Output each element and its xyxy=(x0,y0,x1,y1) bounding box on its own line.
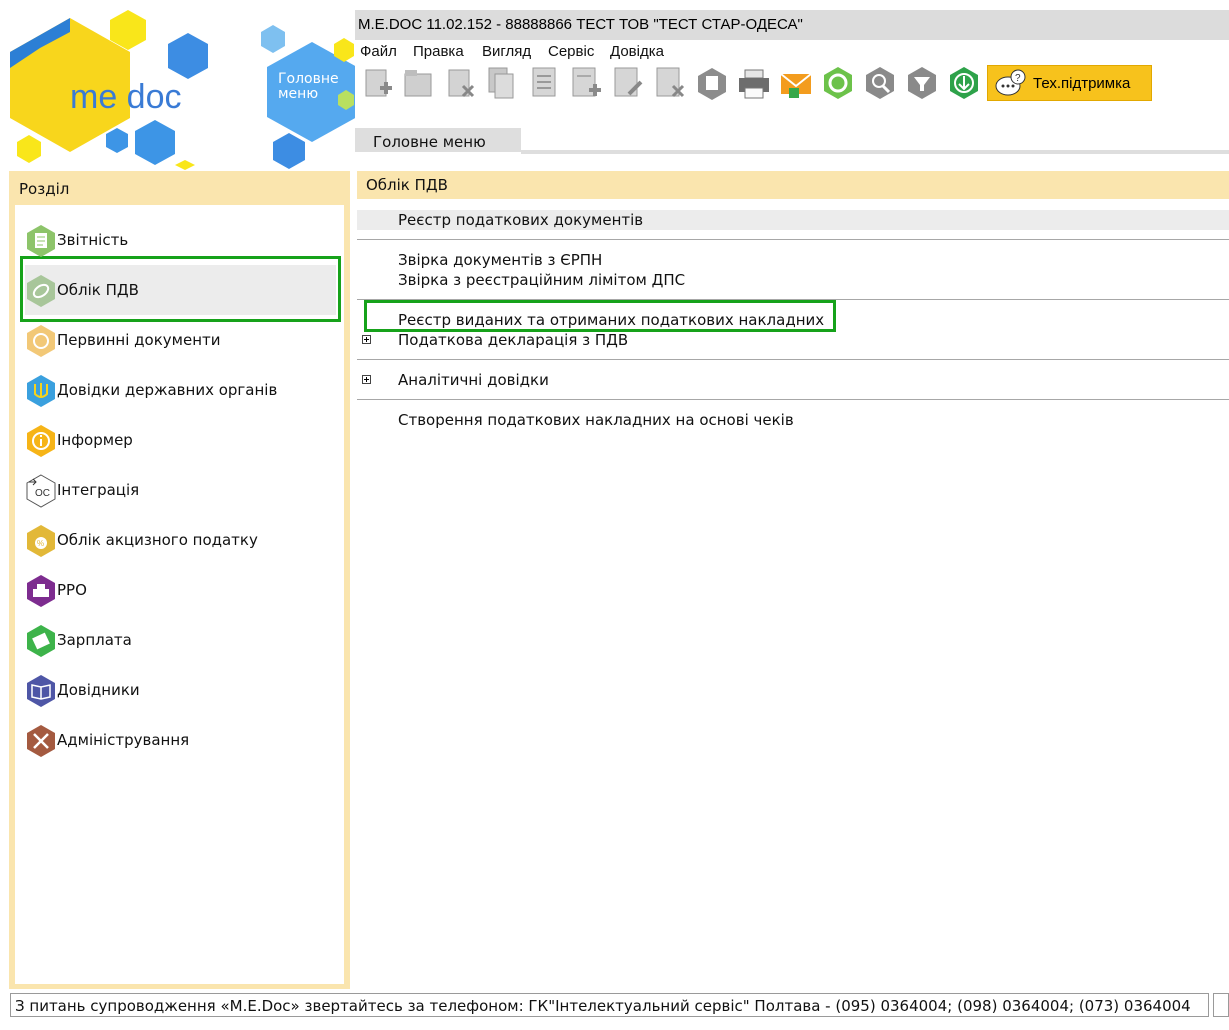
menu-bar: Файл Правка Вигляд Сервіс Довідка xyxy=(355,40,1229,64)
sidebar-item-label: Облік ПДВ xyxy=(57,281,139,299)
sidebar-item-label: Адміністрування xyxy=(57,731,190,749)
section-title: Облік ПДВ xyxy=(366,176,448,194)
sidebar-item-label: Довідки державних органів xyxy=(57,381,278,399)
window-title: M.E.DOC 11.02.152 - 88888866 ТЕСТ ТОВ "Т… xyxy=(358,16,803,33)
expand-icon[interactable] xyxy=(362,375,371,384)
link-tax-docs-registry[interactable]: Реєстр податкових документів xyxy=(398,211,643,229)
sidebar-item-administration[interactable]: Адміністрування xyxy=(15,718,344,762)
sidebar-item-salary[interactable]: Зарплата xyxy=(15,618,344,662)
new-doc-icon[interactable] xyxy=(360,66,394,100)
sidebar-header: Розділ xyxy=(19,180,70,198)
expand-icon[interactable] xyxy=(362,335,371,344)
sidebar-item-label: РРО xyxy=(57,581,87,599)
sidebar-item-state-references[interactable]: Довідки державних органів xyxy=(15,368,344,412)
tech-support-button[interactable]: ? Тех.підтримка xyxy=(987,65,1152,101)
sidebar: Розділ Звітність Облік ПДВ Первинні доку… xyxy=(9,171,350,989)
tab-underline xyxy=(521,150,1229,154)
remove-list-icon[interactable] xyxy=(653,66,687,100)
link-limit-reconciliation[interactable]: Звірка з реєстраційним лімітом ДПС xyxy=(398,271,685,289)
link-vat-declaration[interactable]: Податкова декларація з ПДВ xyxy=(398,331,628,349)
sync-icon[interactable] xyxy=(821,66,855,100)
vat-icon xyxy=(27,275,55,307)
trident-icon xyxy=(27,375,55,407)
filter-icon[interactable] xyxy=(905,66,939,100)
integration-icon: ОС xyxy=(26,474,56,508)
tools-icon xyxy=(27,725,55,757)
svg-text:%: % xyxy=(37,539,44,548)
menu-help[interactable]: Довідка xyxy=(610,43,664,60)
sidebar-item-directories[interactable]: Довідники xyxy=(15,668,344,712)
sidebar-item-label: Зарплата xyxy=(57,631,132,649)
toolbar: ? Тех.підтримка xyxy=(355,64,1229,104)
sidebar-item-label: Первинні документи xyxy=(57,331,221,349)
svg-text:?: ? xyxy=(1015,73,1021,84)
menu-service[interactable]: Сервіс xyxy=(548,43,594,60)
menu-edit[interactable]: Правка xyxy=(413,43,464,60)
sidebar-item-label: Звітність xyxy=(57,231,129,249)
divider xyxy=(357,399,1229,400)
menu-view[interactable]: Вигляд xyxy=(482,43,531,60)
sidebar-item-rro[interactable]: РРО xyxy=(15,568,344,612)
print-icon[interactable] xyxy=(737,66,771,100)
add-list-icon[interactable] xyxy=(569,66,603,100)
sidebar-item-excise[interactable]: % Облік акцизного податку xyxy=(15,518,344,562)
report-icon xyxy=(27,225,55,257)
link-invoice-registry[interactable]: Реєстр виданих та отриманих податкових н… xyxy=(398,311,824,329)
sidebar-item-reporting[interactable]: Звітність xyxy=(15,218,344,262)
tab-strip: Головне меню xyxy=(355,128,1229,154)
divider xyxy=(357,359,1229,360)
main-menu-hex-label[interactable]: Головне меню xyxy=(278,72,350,102)
section-header: Облік ПДВ xyxy=(357,171,1229,199)
salary-icon xyxy=(27,625,55,657)
download-icon[interactable] xyxy=(947,66,981,100)
search-icon[interactable] xyxy=(863,66,897,100)
sidebar-item-label: Облік акцизного податку xyxy=(57,531,258,549)
edit-list-icon[interactable] xyxy=(611,66,645,100)
status-text: З питань супроводження «M.E.Doc» звертай… xyxy=(15,997,1191,1015)
info-icon xyxy=(27,425,55,457)
primary-docs-icon xyxy=(27,325,55,357)
window-titlebar: M.E.DOC 11.02.152 - 88888866 ТЕСТ ТОВ "Т… xyxy=(355,10,1229,40)
send-icon[interactable] xyxy=(779,66,813,100)
cash-register-icon xyxy=(27,575,55,607)
tab-main-menu-label: Головне меню xyxy=(373,133,486,151)
tab-main-menu[interactable]: Головне меню xyxy=(355,128,521,152)
link-invoices-from-receipts[interactable]: Створення податкових накладних на основі… xyxy=(398,411,794,429)
medoc-logo: me doc Головне меню xyxy=(0,0,357,170)
excise-icon: % xyxy=(27,525,55,557)
logo-brand-text: me doc xyxy=(70,78,182,116)
link-analytic-references[interactable]: Аналітичні довідки xyxy=(398,371,549,389)
divider xyxy=(357,239,1229,240)
book-icon xyxy=(27,675,55,707)
tech-support-label: Тех.підтримка xyxy=(1033,75,1131,92)
sidebar-item-primary-docs[interactable]: Первинні документи xyxy=(15,318,344,362)
copy-doc-icon[interactable] xyxy=(485,66,519,100)
sidebar-item-informer[interactable]: Інформер xyxy=(15,418,344,462)
svg-text:ОС: ОС xyxy=(35,488,50,499)
sidebar-item-label: Довідники xyxy=(57,681,140,699)
delete-doc-icon[interactable] xyxy=(443,66,477,100)
status-bar: З питань супроводження «M.E.Doc» звертай… xyxy=(10,993,1209,1017)
sidebar-list: Звітність Облік ПДВ Первинні документи Д… xyxy=(15,205,344,984)
open-doc-icon[interactable] xyxy=(401,66,435,100)
sidebar-item-label: Інформер xyxy=(57,431,133,449)
support-chat-icon: ? xyxy=(995,69,1026,96)
link-erpn-reconciliation[interactable]: Звірка документів з ЄРПН xyxy=(398,251,602,269)
status-cell xyxy=(1213,993,1229,1017)
sidebar-item-vat[interactable]: Облік ПДВ xyxy=(15,268,344,312)
sidebar-item-integration[interactable]: ОС Інтеграція xyxy=(15,468,344,512)
menu-file[interactable]: Файл xyxy=(360,43,397,60)
sidebar-item-label: Інтеграція xyxy=(57,481,140,499)
archive-icon[interactable] xyxy=(695,66,729,100)
copy-list-icon[interactable] xyxy=(527,66,561,100)
